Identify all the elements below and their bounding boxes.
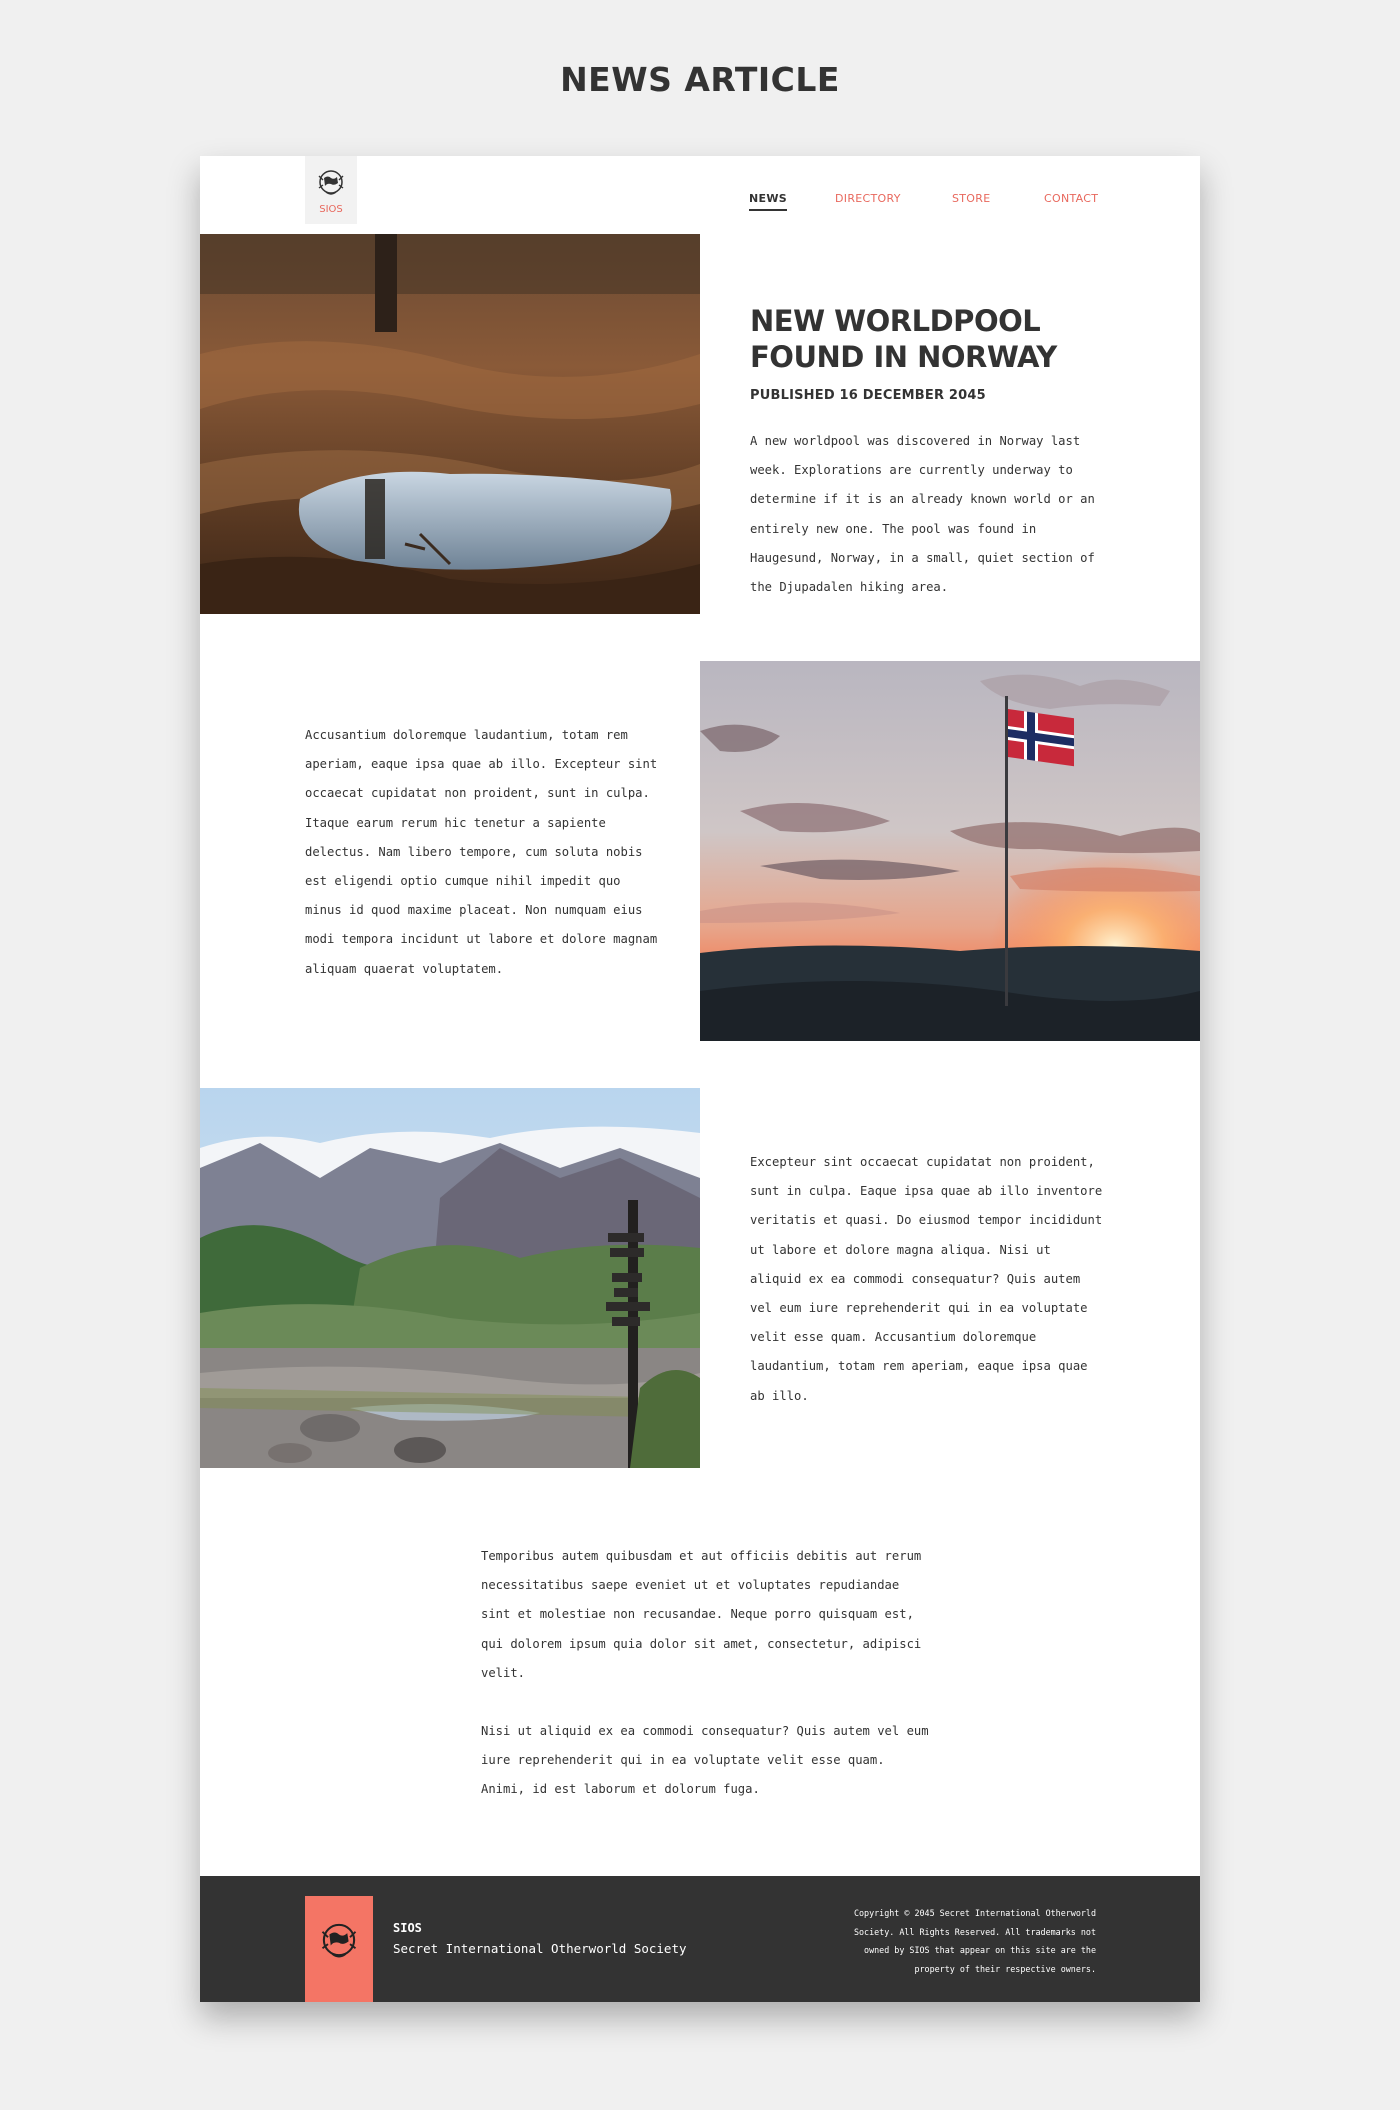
article-card: SIOS NEWS DIRECTORY STORE CONTACT NEW WO… [200, 156, 1200, 2002]
footer-brand-name: SIOS [393, 1921, 422, 1935]
article-paragraph: Accusantium doloremque laudantium, totam… [305, 728, 658, 976]
nav-news[interactable]: NEWS [749, 192, 787, 211]
article-paragraph: Nisi ut aliquid ex ea commodi consequatu… [481, 1724, 929, 1797]
copyright-text: Copyright © 2045 Secret International Ot… [853, 1908, 1096, 1974]
globe-emblem-icon [321, 1923, 357, 1958]
norway-flag-photo [700, 661, 1200, 1041]
nav-store[interactable]: STORE [952, 192, 990, 205]
nav-directory[interactable]: DIRECTORY [835, 192, 901, 205]
article-paragraph: Excepteur sint occaecat cupidatat non pr… [750, 1155, 1103, 1403]
footer: SIOS Secret International Otherworld Soc… [200, 1876, 1200, 2002]
nav-contact[interactable]: CONTACT [1044, 192, 1098, 205]
footer-tagline: Secret International Otherworld Society [393, 1941, 687, 1956]
footer-logo[interactable] [305, 1896, 373, 2002]
main-nav: NEWS DIRECTORY STORE CONTACT [200, 192, 1200, 212]
article-paragraph: Temporibus autem quibusdam et aut offici… [481, 1549, 922, 1680]
publish-date: PUBLISHED 16 DECEMBER 2045 [750, 388, 986, 403]
article-intro: A new worldpool was discovered in Norway… [750, 434, 1095, 595]
header-logo[interactable]: SIOS [305, 156, 357, 224]
page-title: NEWS ARTICLE [560, 60, 840, 99]
article-headline: NEW WORLDPOOL FOUND IN NORWAY [750, 304, 1057, 374]
mountain-signpost-photo [200, 1088, 700, 1468]
worldpool-puddle-photo [200, 234, 700, 614]
